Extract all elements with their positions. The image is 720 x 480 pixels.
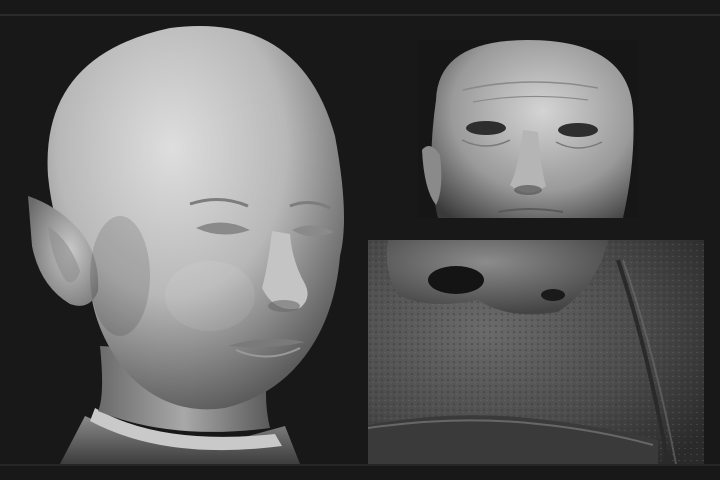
image-canvas	[0, 0, 720, 480]
skin-detail-illustration	[368, 240, 704, 464]
main-head-render	[0, 16, 360, 464]
skin-detail-render	[368, 240, 704, 464]
clay-head-illustration	[28, 25, 345, 464]
nostril-right	[541, 289, 565, 301]
nostril-left	[428, 266, 484, 294]
head-shape	[47, 25, 345, 410]
face-texture-render	[418, 40, 638, 218]
texture-left-eye	[466, 121, 506, 135]
texture-right-eye	[558, 123, 598, 137]
bottom-divider	[0, 464, 720, 466]
textured-face-illustration	[418, 40, 638, 218]
